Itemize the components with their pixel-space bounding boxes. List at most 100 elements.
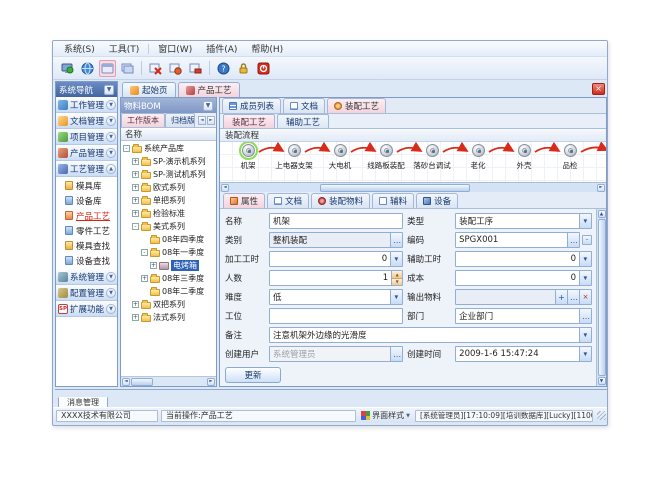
sidebar-group-extension[interactable]: SP扩展功能 xyxy=(56,301,117,317)
flow-node[interactable]: 落砂台调试 xyxy=(410,144,454,171)
tree-node[interactable]: +单把系列 xyxy=(121,194,216,207)
spinner-buttons[interactable] xyxy=(391,271,402,285)
expand-button[interactable] xyxy=(106,272,116,282)
window-delete-icon[interactable] xyxy=(187,60,204,77)
sidebar-group-config[interactable]: 配置管理 xyxy=(56,285,117,301)
sidebar-group-process[interactable]: 工艺管理 xyxy=(56,161,117,177)
dropdown-icon[interactable] xyxy=(390,252,402,266)
auxiliary-hours-field[interactable]: 0 xyxy=(455,251,592,267)
tree-node[interactable]: +法式系列 xyxy=(121,311,216,324)
tab-equipment[interactable]: 设备 xyxy=(416,193,458,208)
expand-button[interactable] xyxy=(106,132,116,142)
tab-documents[interactable]: 文档 xyxy=(283,98,325,113)
sidebar-group-work[interactable]: 工作管理 xyxy=(56,97,117,113)
expand-button[interactable] xyxy=(106,288,116,298)
nav-item-part-process[interactable]: 零件工艺 xyxy=(56,223,117,238)
lock-icon[interactable] xyxy=(235,60,252,77)
tab-work-version[interactable]: 工作版本 xyxy=(121,113,165,127)
client-monitor-icon[interactable] xyxy=(59,60,76,77)
resize-grip[interactable] xyxy=(597,411,606,420)
sidebar-group-system[interactable]: 系统管理 xyxy=(56,269,117,285)
clear-icon[interactable] xyxy=(579,290,591,304)
collapse-button[interactable] xyxy=(106,164,116,174)
created-time-field[interactable]: 2009-1-6 15:47:24 xyxy=(455,346,592,362)
ellipsis-icon[interactable] xyxy=(567,290,579,304)
expand-button[interactable] xyxy=(106,148,116,158)
nav-item-device-lib[interactable]: 设备库 xyxy=(56,193,117,208)
scroll-up-icon[interactable] xyxy=(598,210,606,218)
dropdown-icon[interactable] xyxy=(579,252,591,266)
sidebar-group-project[interactable]: 项目管理 xyxy=(56,129,117,145)
subtab-assembly[interactable]: 装配工艺 xyxy=(223,114,275,128)
window-close-doc-icon[interactable] xyxy=(147,60,164,77)
ellipsis-icon[interactable] xyxy=(579,309,591,323)
tab-scroll-right-icon[interactable] xyxy=(207,116,215,125)
scroll-down-icon[interactable] xyxy=(598,377,606,385)
tree-horizontal-scrollbar[interactable] xyxy=(121,376,216,386)
dropdown-icon[interactable] xyxy=(579,214,591,228)
scroll-right-icon[interactable] xyxy=(207,378,215,386)
menu-tools[interactable]: 工具(T) xyxy=(102,41,147,56)
remarks-field[interactable]: 注意机架外边缘的光滑度 xyxy=(269,327,592,343)
tree-node[interactable]: +双把系列 xyxy=(121,298,216,311)
nav-item-mold-search[interactable]: 模具查找 xyxy=(56,238,117,253)
dropdown-icon[interactable] xyxy=(579,271,591,285)
flow-horizontal-scrollbar[interactable] xyxy=(220,182,606,192)
difficulty-field[interactable]: 低 xyxy=(269,289,403,305)
tree-node[interactable]: -系统产品库 xyxy=(121,142,216,155)
name-field[interactable]: 机架 xyxy=(269,213,403,229)
cost-field[interactable]: 0 xyxy=(455,270,592,286)
code-field[interactable]: SPGX001 xyxy=(455,232,580,248)
flow-node[interactable]: 上电器支架 xyxy=(272,144,316,171)
tab-start-page[interactable]: 起始页 xyxy=(122,82,176,97)
nav-item-product-process[interactable]: 产品工艺 xyxy=(56,208,117,223)
nav-item-device-search[interactable]: 设备查找 xyxy=(56,253,117,268)
sidebar-group-docs[interactable]: 文档管理 xyxy=(56,113,117,129)
scroll-thumb[interactable] xyxy=(320,184,470,192)
tree-node[interactable]: -08年一季度 xyxy=(121,246,216,259)
globe-icon[interactable] xyxy=(79,60,96,77)
tree-node[interactable]: 08年四季度 xyxy=(121,233,216,246)
flow-node[interactable]: 老化 xyxy=(456,144,500,171)
add-icon[interactable] xyxy=(555,290,567,304)
sidebar-menu-button[interactable] xyxy=(104,85,114,95)
ellipsis-icon[interactable] xyxy=(567,233,579,247)
scroll-right-icon[interactable] xyxy=(597,184,605,192)
window-refresh-icon[interactable] xyxy=(167,60,184,77)
department-field[interactable]: 企业部门 xyxy=(455,308,592,324)
menu-system[interactable]: 系统(S) xyxy=(57,41,102,56)
tree-node[interactable]: +08年三季度 xyxy=(121,272,216,285)
tree-node-selected[interactable]: +电烤箱 xyxy=(121,259,216,272)
tab-assembly-materials[interactable]: 装配物料 xyxy=(311,193,370,208)
form-vertical-scrollbar[interactable] xyxy=(596,209,606,386)
dropdown-icon[interactable] xyxy=(579,347,591,361)
flow-node[interactable]: 品检 xyxy=(548,144,592,171)
help-icon[interactable]: ? xyxy=(215,60,232,77)
tree-node[interactable]: +欧式系列 xyxy=(121,181,216,194)
tab-archive-version[interactable]: 归档版本 xyxy=(165,113,195,127)
scroll-thumb[interactable] xyxy=(598,219,606,376)
category-field[interactable]: 整机装配 xyxy=(269,232,403,248)
minus-button[interactable]: – xyxy=(582,235,592,245)
update-button[interactable]: 更新 xyxy=(225,367,281,383)
machining-hours-field[interactable]: 0 xyxy=(269,251,403,267)
scroll-thumb[interactable] xyxy=(131,378,153,386)
menu-plugins[interactable]: 插件(A) xyxy=(199,41,244,56)
people-count-field[interactable]: 1 xyxy=(269,270,403,286)
menu-window[interactable]: 窗口(W) xyxy=(151,41,199,56)
tree-node[interactable]: +SP-测试机系列 xyxy=(121,168,216,181)
flow-node[interactable]: 大电机 xyxy=(318,144,362,171)
subtab-auxiliary[interactable]: 辅助工艺 xyxy=(277,114,329,128)
nav-item-mold-lib[interactable]: 模具库 xyxy=(56,178,117,193)
type-field[interactable]: 装配工序 xyxy=(455,213,592,229)
tree-column-header[interactable]: 名称 xyxy=(121,128,216,141)
tree-node[interactable]: 08年二季度 xyxy=(121,285,216,298)
tab-scroll-left-icon[interactable] xyxy=(198,116,206,125)
expand-button[interactable] xyxy=(106,116,116,126)
dropdown-icon[interactable] xyxy=(390,290,402,304)
output-material-field[interactable] xyxy=(455,289,592,305)
menu-help[interactable]: 帮助(H) xyxy=(244,41,290,56)
tab-assembly-process[interactable]: 装配工艺 xyxy=(327,98,386,113)
close-document-button[interactable]: × xyxy=(592,83,605,95)
tab-prop-documents[interactable]: 文档 xyxy=(267,193,309,208)
